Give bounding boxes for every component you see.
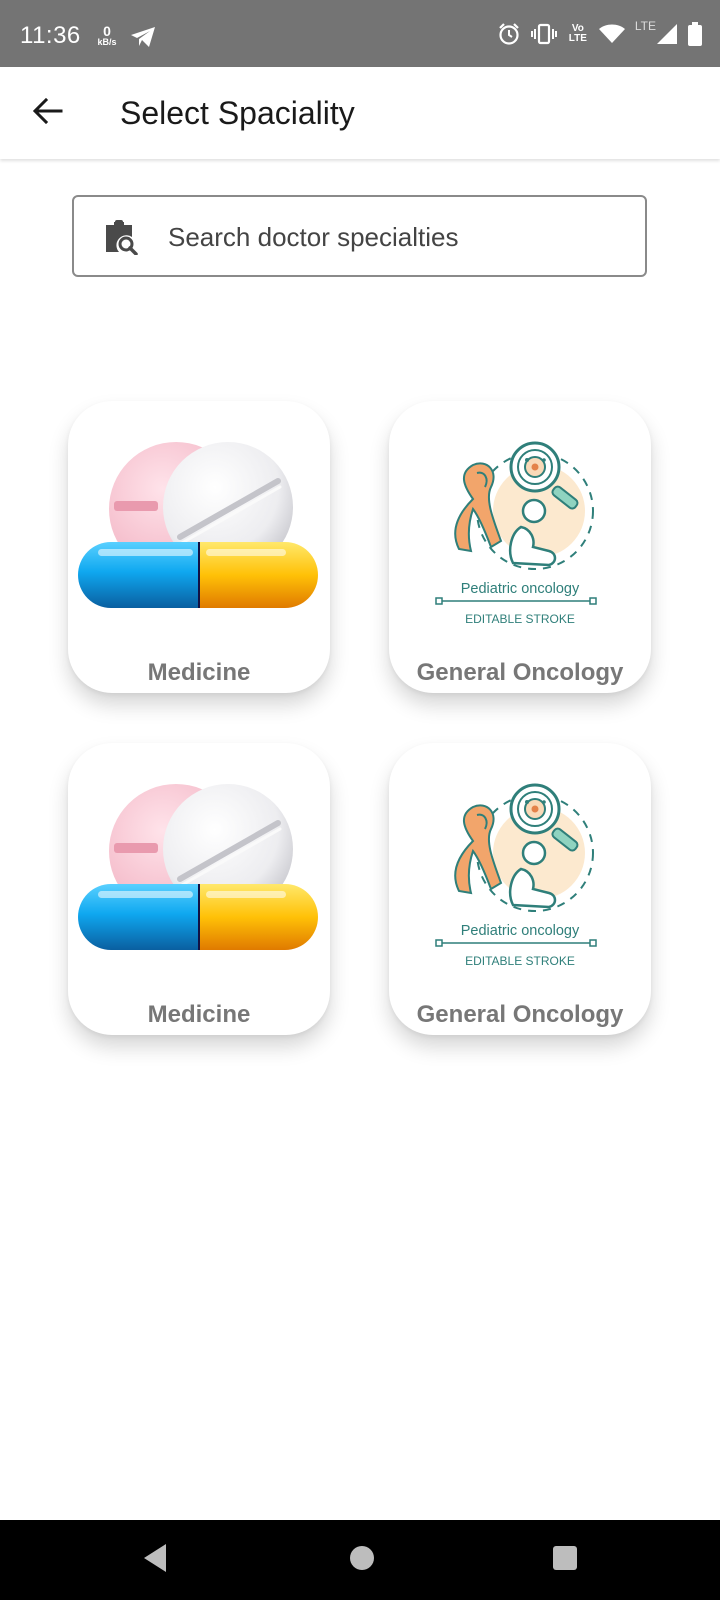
clipboard-search-icon <box>104 219 138 260</box>
status-icons: Vo LTE LTE <box>497 19 702 46</box>
specialty-card-medicine[interactable]: Medicine <box>68 401 330 693</box>
status-bar: 11:36 0 kB/s Vo LTE LTE <box>0 0 720 67</box>
back-button[interactable] <box>26 91 70 135</box>
specialty-card-general-oncology[interactable]: Pediatric oncology EDITABLE STROKE Gener… <box>389 743 651 1035</box>
page-title: Select Spaciality <box>120 95 355 131</box>
telegram-icon <box>130 26 156 53</box>
status-time: 11:36 <box>20 22 81 49</box>
network-speed: 0 kB/s <box>94 24 120 47</box>
home-circle-icon[interactable] <box>346 1540 378 1581</box>
back-triangle-icon[interactable] <box>140 1540 170 1581</box>
specialty-label: Medicine <box>147 659 251 686</box>
battery-icon <box>688 22 702 46</box>
vibrate-icon <box>530 23 557 45</box>
recents-square-icon[interactable] <box>550 1540 580 1581</box>
specialty-label: Medicine <box>147 1001 251 1028</box>
specialty-card-general-oncology[interactable]: Pediatric oncology EDITABLE STROKE Gener… <box>389 401 651 693</box>
app-bar: Select Spaciality <box>0 67 720 159</box>
system-nav-bar <box>0 1520 720 1600</box>
network-speed-unit: kB/s <box>97 37 117 47</box>
pills-capsule-image <box>68 401 330 645</box>
specialty-label: General Oncology <box>416 659 624 686</box>
image-subcaption: EDITABLE STROKE <box>465 612 575 626</box>
pills-capsule-image <box>68 743 330 987</box>
pediatric-oncology-image: Pediatric oncology EDITABLE STROKE <box>434 783 598 968</box>
image-caption: Pediatric oncology <box>461 581 580 597</box>
arrow-left-icon <box>32 97 63 129</box>
pediatric-oncology-image: Pediatric oncology EDITABLE STROKE <box>434 441 598 626</box>
specialty-label: General Oncology <box>416 1001 624 1028</box>
search-box[interactable] <box>72 195 647 277</box>
lte-label: LTE <box>634 19 656 33</box>
signal-icon <box>656 23 678 45</box>
volte-icon: Vo LTE <box>568 23 587 44</box>
search-input[interactable] <box>166 217 610 257</box>
image-caption: Pediatric oncology <box>461 923 580 939</box>
specialty-card-medicine[interactable]: Medicine <box>68 743 330 1035</box>
alarm-icon <box>497 22 521 46</box>
wifi-icon <box>598 24 625 44</box>
network-speed-value: 0 <box>103 23 111 39</box>
image-subcaption: EDITABLE STROKE <box>465 954 575 968</box>
